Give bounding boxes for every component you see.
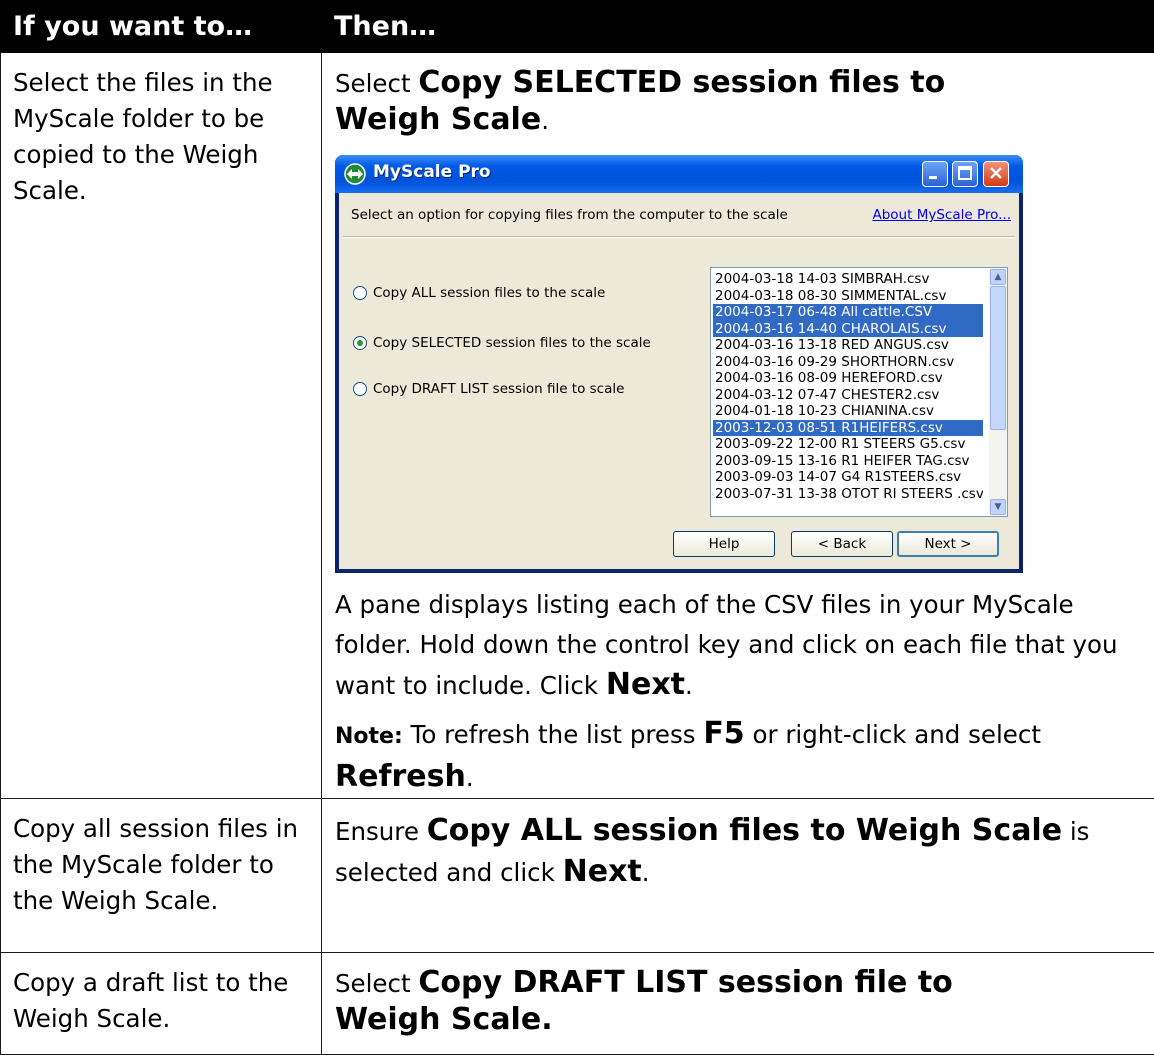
scroll-up-arrow-icon[interactable]: ▲	[990, 269, 1006, 285]
app-logo-icon	[344, 163, 366, 185]
file-list-item[interactable]: 2003-09-15 13-16 R1 HEIFER TAG.csv	[713, 453, 983, 470]
file-list-item[interactable]: 2003-09-22 12-00 R1 STEERS G5.csv	[713, 436, 983, 453]
file-list-item[interactable]: 2004-03-18 14-03 SIMBRAH.csv	[713, 271, 983, 288]
maximize-icon	[958, 166, 972, 180]
file-list-item[interactable]: 2004-03-12 07-47 CHESTER2.csv	[713, 387, 983, 404]
radio-copy-all[interactable]: Copy ALL session files to the scale	[353, 285, 605, 301]
minimize-button[interactable]	[922, 161, 948, 187]
procedure-table: If you want to… Then… Select the files i…	[0, 0, 1154, 1055]
close-icon	[990, 167, 1002, 179]
file-list-item[interactable]: 2004-03-18 08-30 SIMMENTAL.csv	[713, 288, 983, 305]
divider	[343, 236, 1015, 238]
header-if-you-want-to: If you want to…	[0, 0, 322, 53]
file-list: 2004-03-18 14-03 SIMBRAH.csv 2004-03-18 0…	[713, 271, 983, 502]
file-list-item[interactable]: 2003-12-03 08-51 R1HEIFERS.csv	[713, 419, 983, 436]
next-button[interactable]: Next >	[897, 531, 999, 557]
step-instruction: Select Copy SELECTED session files to We…	[335, 65, 946, 137]
condition-cell: Copy all session files in the MyScale fo…	[0, 798, 322, 953]
note-paragraph: Note: To refresh the list press F5 or ri…	[335, 716, 1041, 794]
close-button[interactable]	[983, 161, 1009, 187]
condition-cell: Select the files in the MyScale folder t…	[0, 52, 322, 799]
file-list-item[interactable]: 2003-07-31 13-38 OTOT RI STEERS .csv	[713, 486, 983, 503]
table-row: Copy all session files in the MyScale fo…	[0, 798, 1154, 953]
header-then: Then…	[321, 0, 1154, 53]
scroll-thumb[interactable]	[990, 286, 1006, 430]
dialog-instruction: Select an option for copying files from …	[351, 207, 788, 223]
dialog-body: Select an option for copying files from …	[339, 193, 1019, 569]
next-keyword: Next	[605, 667, 686, 702]
condition-cell: Copy a draft list to the Weigh Scale.	[0, 952, 322, 1055]
description-paragraph: A pane displays listing each of the CSV …	[335, 590, 1118, 702]
table-header-row: If you want to… Then…	[0, 0, 1154, 53]
note-label: Note:	[335, 724, 403, 749]
maximize-button[interactable]	[952, 161, 978, 187]
table-row: Copy a draft list to the Weigh Scale. Se…	[0, 952, 1154, 1055]
radio-button[interactable]	[353, 382, 367, 396]
myscale-pro-window: MyScale Pro Select an option for copying…	[335, 155, 1023, 573]
radio-label: Copy DRAFT LIST session file to scale	[373, 381, 625, 397]
refresh-keyword: Refresh	[335, 759, 466, 794]
radio-button[interactable]	[353, 336, 367, 350]
step-instruction: Select Copy DRAFT LIST session file to W…	[335, 965, 953, 1037]
file-list-item[interactable]: 2003-09-03 14-07 G4 R1STEERS.csv	[713, 469, 983, 486]
back-button[interactable]: < Back	[791, 531, 893, 557]
scroll-down-arrow-icon[interactable]: ▼	[990, 499, 1006, 515]
file-list-item[interactable]: 2004-03-16 13-18 RED ANGUS.csv	[713, 337, 983, 354]
action-cell: Select Copy DRAFT LIST session file to W…	[321, 952, 1154, 1055]
option-name: Copy ALL session files to Weigh Scale	[426, 813, 1063, 848]
f5-key: F5	[703, 716, 745, 751]
table-row: Select the files in the MyScale folder t…	[0, 52, 1154, 799]
file-list-item[interactable]: 2004-03-16 14-40 CHAROLAIS.csv	[713, 320, 983, 337]
radio-label: Copy SELECTED session files to the scale	[373, 335, 651, 351]
option-name: Copy SELECTED session files to Weigh Sca…	[335, 65, 946, 137]
help-button[interactable]: Help	[673, 531, 775, 557]
vertical-scrollbar[interactable]: ▲ ▼	[989, 268, 1007, 516]
radio-label: Copy ALL session files to the scale	[373, 285, 606, 301]
minimize-icon	[929, 176, 937, 179]
file-list-item[interactable]: 2004-03-16 08-09 HEREFORD.csv	[713, 370, 983, 387]
radio-copy-selected[interactable]: Copy SELECTED session files to the scale	[353, 335, 651, 351]
step-instruction: Ensure Copy ALL session files to Weigh S…	[335, 813, 1090, 889]
about-link[interactable]: About MyScale Pro...	[872, 207, 1011, 223]
file-listbox[interactable]: 2004-03-18 14-03 SIMBRAH.csv 2004-03-18 0…	[710, 267, 1008, 517]
option-name: Copy DRAFT LIST session file to Weigh Sc…	[335, 965, 953, 1037]
window-title: MyScale Pro	[373, 162, 491, 182]
action-cell: Ensure Copy ALL session files to Weigh S…	[321, 798, 1154, 953]
file-list-item[interactable]: 2004-01-18 10-23 CHIANINA.csv	[713, 403, 983, 420]
radio-copy-draft-list[interactable]: Copy DRAFT LIST session file to scale	[353, 381, 624, 397]
file-list-item[interactable]: 2004-03-16 09-29 SHORTHORN.csv	[713, 354, 983, 371]
next-keyword: Next	[562, 854, 642, 889]
action-cell: Select Copy SELECTED session files to We…	[321, 52, 1154, 799]
window-titlebar[interactable]: MyScale Pro	[335, 155, 1023, 193]
file-list-item[interactable]: 2004-03-17 06-48 All cattle.CSV	[713, 304, 983, 321]
radio-button[interactable]	[353, 286, 367, 300]
